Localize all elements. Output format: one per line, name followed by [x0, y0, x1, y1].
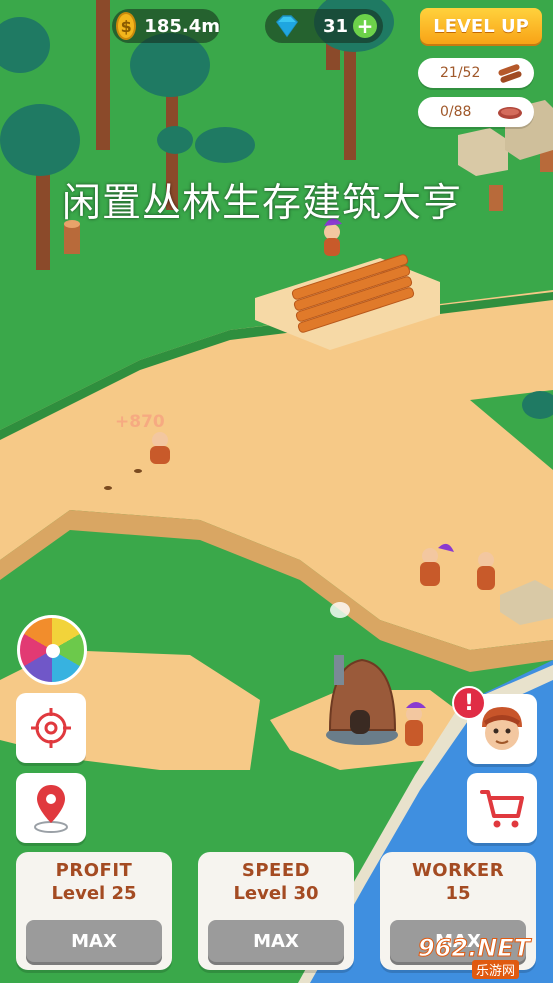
profit-max-button[interactable]: MAX: [26, 920, 162, 962]
gem-amount: 31: [323, 15, 349, 37]
target-icon: [31, 708, 71, 748]
upgrade-card-speed: SPEED Level 30 MAX: [198, 852, 354, 970]
card-level: 15: [445, 883, 471, 904]
watermark-number: 962.NET: [417, 934, 531, 963]
overlay-title: 闲置丛林生存建筑大亨: [62, 181, 463, 226]
gem-icon: [276, 15, 298, 38]
alert-icon: !: [452, 686, 486, 720]
floating-reward: +870: [115, 412, 165, 432]
coin-amount: 185.4m: [144, 15, 220, 37]
coin-icon: $: [116, 12, 137, 40]
wood-icon: [498, 64, 522, 83]
watermark: 962.NET 乐游网: [408, 932, 548, 979]
wheel-center: [46, 644, 60, 658]
card-title: PROFIT: [55, 860, 133, 881]
watermark-caption: 乐游网: [472, 960, 520, 979]
card-title: SPEED: [241, 860, 311, 881]
wood-amount: 21/52: [440, 65, 481, 81]
shop-button[interactable]: [467, 773, 537, 843]
fortune-wheel-icon[interactable]: [17, 615, 87, 685]
wood-counter: 21/52: [418, 58, 534, 88]
map-button[interactable]: [16, 773, 86, 843]
meat-icon: [498, 107, 522, 119]
target-button[interactable]: [16, 693, 86, 763]
meat-amount: 0/88: [440, 104, 472, 120]
plus-icon[interactable]: +: [353, 14, 377, 38]
speed-max-button[interactable]: MAX: [208, 920, 344, 962]
card-level: Level 25: [51, 883, 137, 904]
coin-counter: $ 185.4m: [112, 9, 220, 43]
card-level: Level 30: [233, 883, 319, 904]
level-up-label: LEVEL UP: [433, 15, 529, 37]
card-title: WORKER: [411, 860, 505, 881]
map-pin-icon: [34, 785, 68, 833]
upgrade-card-profit: PROFIT Level 25 MAX: [16, 852, 172, 970]
cart-icon: [480, 790, 524, 828]
gem-counter: 31 +: [265, 9, 383, 43]
level-up-button[interactable]: LEVEL UP: [420, 8, 542, 44]
meat-counter: 0/88: [418, 97, 534, 127]
